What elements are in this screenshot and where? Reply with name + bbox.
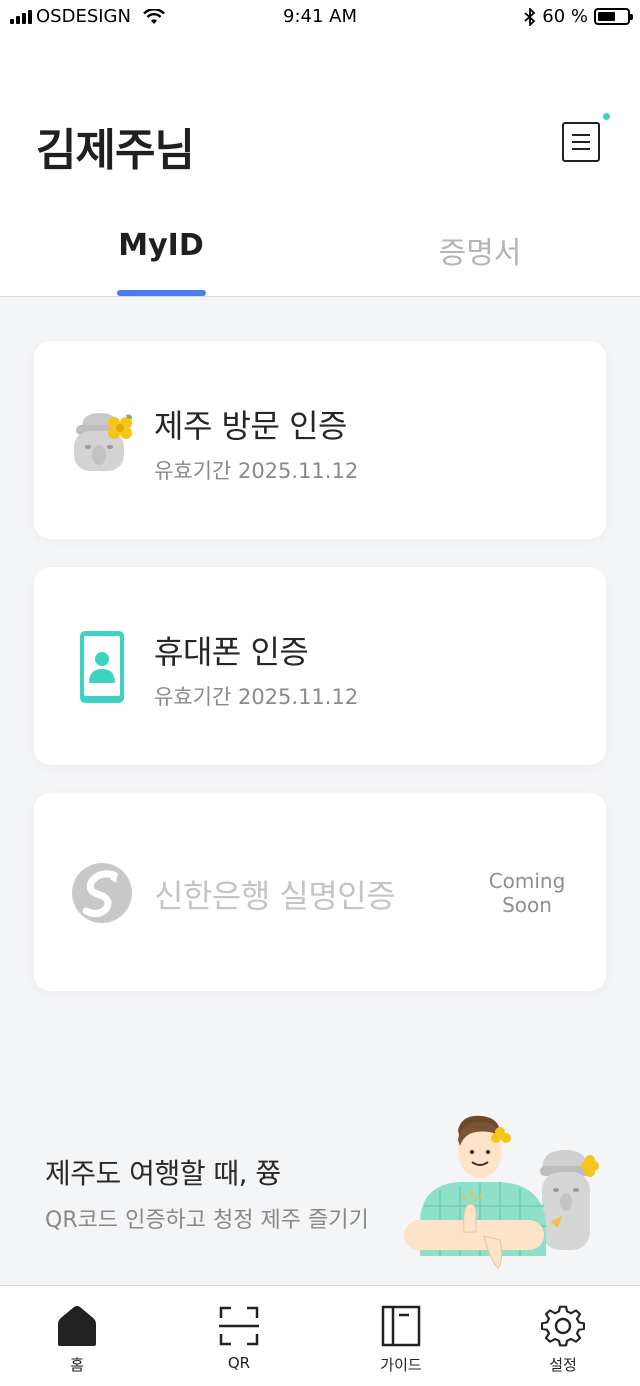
card-validity: 유효기간 2025.11.12 [154,685,359,709]
card-phone-auth[interactable]: 휴대폰 인증 유효기간 2025.11.12 [34,567,606,765]
promo-subtitle: QR코드 인증하고 청정 제주 즐기기 [45,1208,369,1233]
card-jeju-visit[interactable]: 제주 방문 인증 유효기간 2025.11.12 [34,341,606,539]
bluetooth-icon [524,7,536,26]
status-right: 60 % [524,6,633,27]
card-title: 휴대폰 인증 [154,633,309,671]
person-figure [404,1115,546,1269]
page-title: 김제주님 [36,125,195,176]
settings-gear-icon [541,1305,585,1347]
nav-label: 설정 [549,1356,577,1374]
status-bar: OSDESIGN 9:41 AM 60 % [0,0,640,36]
notification-dot [603,113,610,120]
nav-settings[interactable]: 설정 [513,1304,613,1375]
card-title: 신한은행 실명인증 [154,877,396,915]
battery-percent: 60 % [542,6,588,27]
bottom-navigation: 홈 QR 가이드 설정 [0,1285,640,1386]
nav-label: QR [227,1354,251,1372]
promo-illustration [404,1115,599,1269]
coming-soon-badge: Coming Soon [488,869,566,917]
qr-scan-icon [219,1306,259,1346]
phone-user-icon [80,631,124,703]
battery-level [598,12,615,21]
home-icon [58,1306,96,1346]
nav-label: 홈 [70,1356,84,1374]
tab-certificates[interactable]: 증명서 [380,228,580,272]
stone-statue-figure [540,1150,599,1250]
menu-list-icon[interactable] [562,122,600,162]
promo-title: 제주도 여행할 때, 쯍 [45,1157,281,1190]
shinhan-logo-icon [72,863,132,923]
active-tab-indicator [117,290,206,296]
nav-guide[interactable]: 가이드 [351,1304,451,1375]
tab-myid[interactable]: MyID [61,228,261,263]
nav-label: 가이드 [380,1356,422,1374]
card-validity: 유효기간 2025.11.12 [154,459,359,483]
tab-bar: MyID 증명서 [0,210,640,297]
jeju-stone-statue-icon [74,413,132,471]
nav-home[interactable]: 홈 [27,1304,127,1375]
guide-book-icon [381,1305,421,1347]
battery-icon [594,8,633,25]
card-shinhan-auth: 신한은행 실명인증 Coming Soon [34,793,606,991]
card-title: 제주 방문 인증 [154,407,347,445]
nav-qr[interactable]: QR [189,1304,289,1372]
